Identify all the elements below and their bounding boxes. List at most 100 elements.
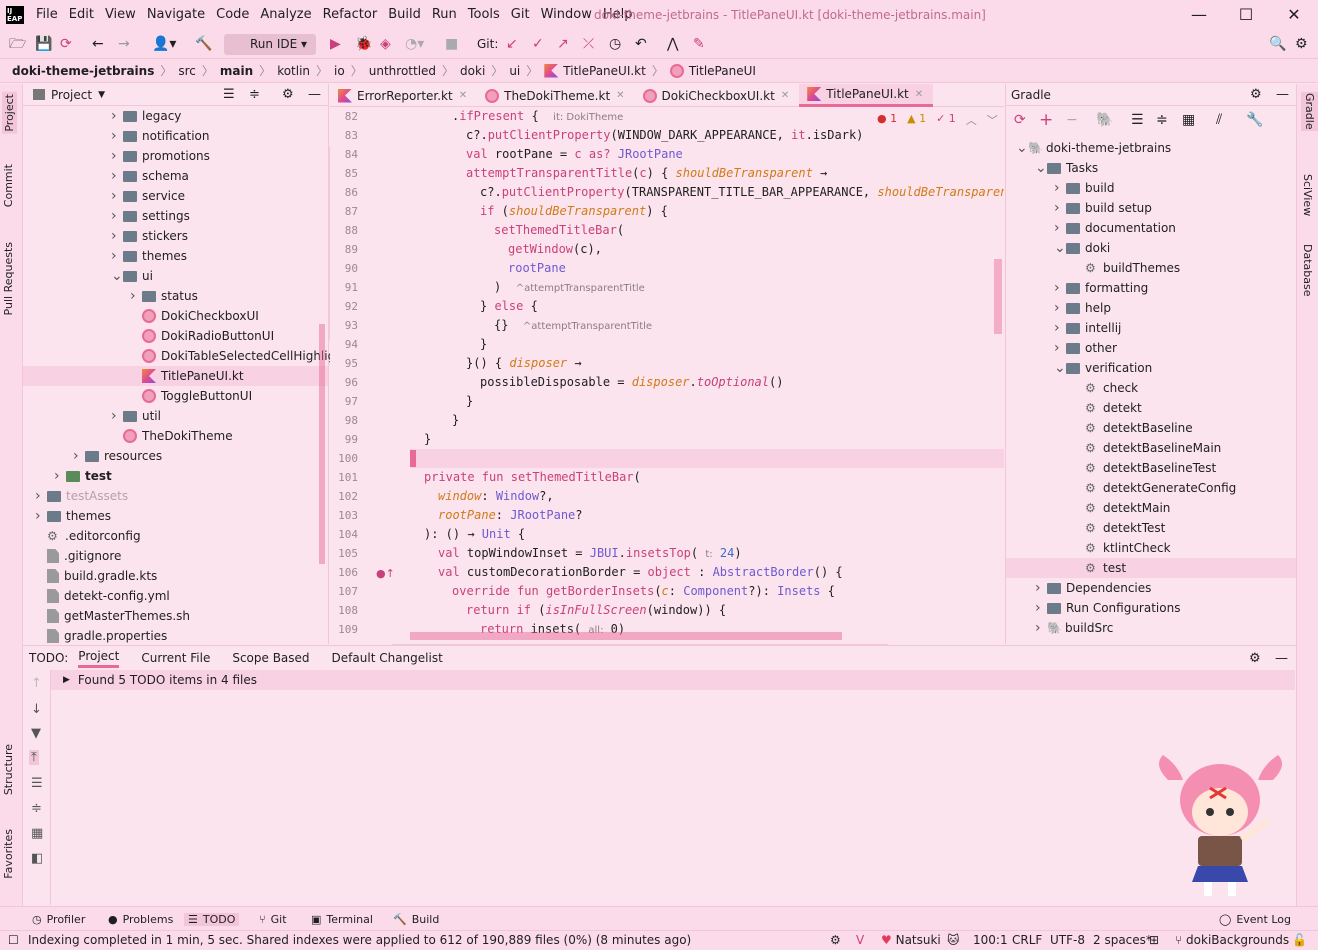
- gradle-tree-item[interactable]: ⚙ detekt: [1073, 398, 1142, 418]
- chevron-right-icon[interactable]: ▶: [63, 675, 70, 685]
- open-folder-icon[interactable]: 🗁: [9, 36, 26, 52]
- gradle-tree-item[interactable]: ⚙ detektBaselineMain: [1073, 438, 1221, 458]
- gradle-tree-item[interactable]: ⚙ ktlintCheck: [1073, 538, 1171, 558]
- menu-run[interactable]: Run: [432, 7, 457, 22]
- menu-edit[interactable]: Edit: [69, 7, 94, 22]
- project-tree-item[interactable]: gradle.properties: [35, 626, 167, 646]
- close-button[interactable]: ✕: [1283, 4, 1305, 26]
- hide-icon[interactable]: —: [308, 87, 321, 102]
- project-tree-item[interactable]: › themes: [35, 506, 111, 526]
- breadcrumb-src[interactable]: src: [178, 64, 196, 78]
- code-view[interactable]: .ifPresent { it: DokiTheme c?.putClientP…: [410, 107, 1004, 644]
- chevron-right-icon[interactable]: ›: [111, 108, 123, 124]
- structure-tool-button[interactable]: Structure: [2, 744, 15, 795]
- git-commit-icon[interactable]: ✓: [532, 36, 544, 52]
- breadcrumb-io[interactable]: io: [334, 64, 345, 78]
- hide-icon[interactable]: —: [1276, 87, 1289, 102]
- gradle-tree-item[interactable]: ⚙ check: [1073, 378, 1138, 398]
- chevron-right-icon[interactable]: ›: [54, 468, 66, 484]
- cat-icon[interactable]: 🐱: [947, 933, 960, 947]
- offline-mode-icon[interactable]: ⫽: [1216, 112, 1222, 128]
- chevron-down-icon[interactable]: ⌄: [1054, 240, 1066, 256]
- user-icon[interactable]: 👤▾: [152, 36, 176, 52]
- expand-all-icon[interactable]: ≑: [249, 87, 260, 102]
- gradle-tree-item[interactable]: ⌄ Tasks: [1035, 158, 1098, 178]
- down-arrow-icon[interactable]: ↓: [31, 702, 42, 717]
- collapse-all-icon[interactable]: ☰: [223, 87, 235, 102]
- tab-error-reporter[interactable]: ErrorReporter.kt ✕: [330, 84, 477, 107]
- git-tool-button[interactable]: ⑂ Git: [259, 913, 287, 926]
- theme-indicator[interactable]: ♥ Natsuki: [881, 933, 941, 947]
- chevron-down-icon[interactable]: ⌄: [1016, 140, 1028, 156]
- hammer-icon[interactable]: 🔨: [195, 36, 212, 52]
- chevron-right-icon[interactable]: ›: [35, 488, 47, 504]
- stop-icon[interactable]: ■: [445, 36, 458, 52]
- gradle-tree-item[interactable]: › Run Configurations: [1035, 598, 1180, 618]
- chevron-right-icon[interactable]: ›: [1054, 320, 1066, 336]
- gradle-tree-item[interactable]: ⌄ doki: [1054, 238, 1110, 258]
- ant-icon[interactable]: ⋀: [667, 36, 678, 52]
- chevron-right-icon[interactable]: ›: [1054, 200, 1066, 216]
- event-log-tool-button[interactable]: ◯ Event Log: [1219, 913, 1291, 926]
- todo-summary-row[interactable]: ▶ Found 5 TODO items in 4 files: [51, 670, 1295, 690]
- group-by-icon[interactable]: ▦: [31, 826, 43, 841]
- gradle-tree-item[interactable]: ⚙ detektBaseline: [1073, 418, 1193, 438]
- menu-view[interactable]: View: [105, 7, 136, 22]
- lock-icon[interactable]: 🔓: [1292, 933, 1307, 947]
- project-tree-item[interactable]: › testAssets: [35, 486, 128, 506]
- preview-icon[interactable]: ⤒: [29, 750, 39, 765]
- project-tree-item[interactable]: build.gradle.kts: [35, 566, 157, 586]
- project-tree-item[interactable]: TheDokiTheme: [111, 426, 233, 446]
- tab-title-pane-ui[interactable]: TitlePaneUI.kt ✕: [799, 84, 934, 107]
- back-icon[interactable]: ←: [92, 36, 104, 52]
- git-update-icon[interactable]: ↙: [506, 36, 518, 52]
- project-tree-item[interactable]: › status: [130, 286, 198, 306]
- menu-file[interactable]: File: [36, 7, 58, 22]
- gradle-tree-item[interactable]: ⚙ buildThemes: [1073, 258, 1180, 278]
- up-arrow-icon[interactable]: ↑: [31, 676, 42, 691]
- override-gutter-icon[interactable]: ●↑: [376, 567, 395, 580]
- project-tree-item[interactable]: ⌄ ui: [111, 266, 153, 286]
- todo-tab-project[interactable]: Project: [78, 649, 120, 668]
- project-tree-item[interactable]: › stickers: [111, 226, 188, 246]
- chevron-right-icon[interactable]: ›: [35, 508, 47, 524]
- terminal-tool-button[interactable]: ▣ Terminal: [311, 913, 373, 926]
- chevron-right-icon[interactable]: ›: [1035, 600, 1047, 616]
- git-merge-icon[interactable]: ⤫: [583, 36, 594, 52]
- git-branch-widget[interactable]: ⑂ dokiBackgrounds: [1175, 933, 1289, 947]
- menu-git[interactable]: Git: [511, 7, 530, 22]
- gradle-tree-item[interactable]: ⚙ detektMain: [1073, 498, 1170, 518]
- theme-icon[interactable]: ✎: [693, 36, 705, 52]
- breadcrumb-ui[interactable]: ui: [509, 64, 520, 78]
- project-panel-title[interactable]: Project: [51, 88, 92, 102]
- project-tree-item[interactable]: › test: [54, 466, 112, 486]
- hide-icon[interactable]: —: [1275, 651, 1288, 666]
- chevron-right-icon[interactable]: ›: [111, 248, 123, 264]
- gear-icon[interactable]: ⚙: [1249, 651, 1261, 666]
- build-tool-button[interactable]: 🔨 Build: [393, 913, 439, 926]
- menu-build[interactable]: Build: [388, 7, 421, 22]
- project-scrollbar[interactable]: [319, 324, 325, 564]
- chevron-right-icon[interactable]: ›: [1054, 300, 1066, 316]
- gradle-tree-item[interactable]: › other: [1054, 338, 1117, 358]
- breadcrumb-project[interactable]: doki-theme-jetbrains: [12, 64, 154, 78]
- chevron-down-icon[interactable]: ⌄: [1035, 160, 1047, 176]
- problems-tool-button[interactable]: ● Problems: [108, 913, 173, 926]
- chevron-right-icon[interactable]: ›: [1054, 180, 1066, 196]
- project-tree-item[interactable]: ⚙ .editorconfig: [35, 526, 141, 546]
- gradle-tree-item[interactable]: › intellij: [1054, 318, 1121, 338]
- collapse-all-icon[interactable]: ≑: [31, 801, 42, 816]
- coverage-icon[interactable]: ◈: [380, 36, 391, 52]
- add-icon[interactable]: +: [1039, 110, 1053, 130]
- gradle-tree-item[interactable]: ⚙ detektBaselineTest: [1073, 458, 1216, 478]
- expand-all-icon[interactable]: ☰: [31, 776, 43, 791]
- chevron-right-icon[interactable]: ›: [1054, 340, 1066, 356]
- chevron-down-icon[interactable]: ▼: [98, 90, 105, 100]
- execute-task-icon[interactable]: 🐘: [1096, 112, 1113, 128]
- file-encoding[interactable]: UTF-8: [1050, 933, 1085, 947]
- reload-icon[interactable]: ⟳: [1014, 112, 1026, 128]
- chevron-right-icon[interactable]: ›: [130, 288, 142, 304]
- project-tree-item[interactable]: ToggleButtonUI: [130, 386, 252, 406]
- sync-icon[interactable]: ⟳: [60, 36, 72, 52]
- menu-window[interactable]: Window: [541, 7, 592, 22]
